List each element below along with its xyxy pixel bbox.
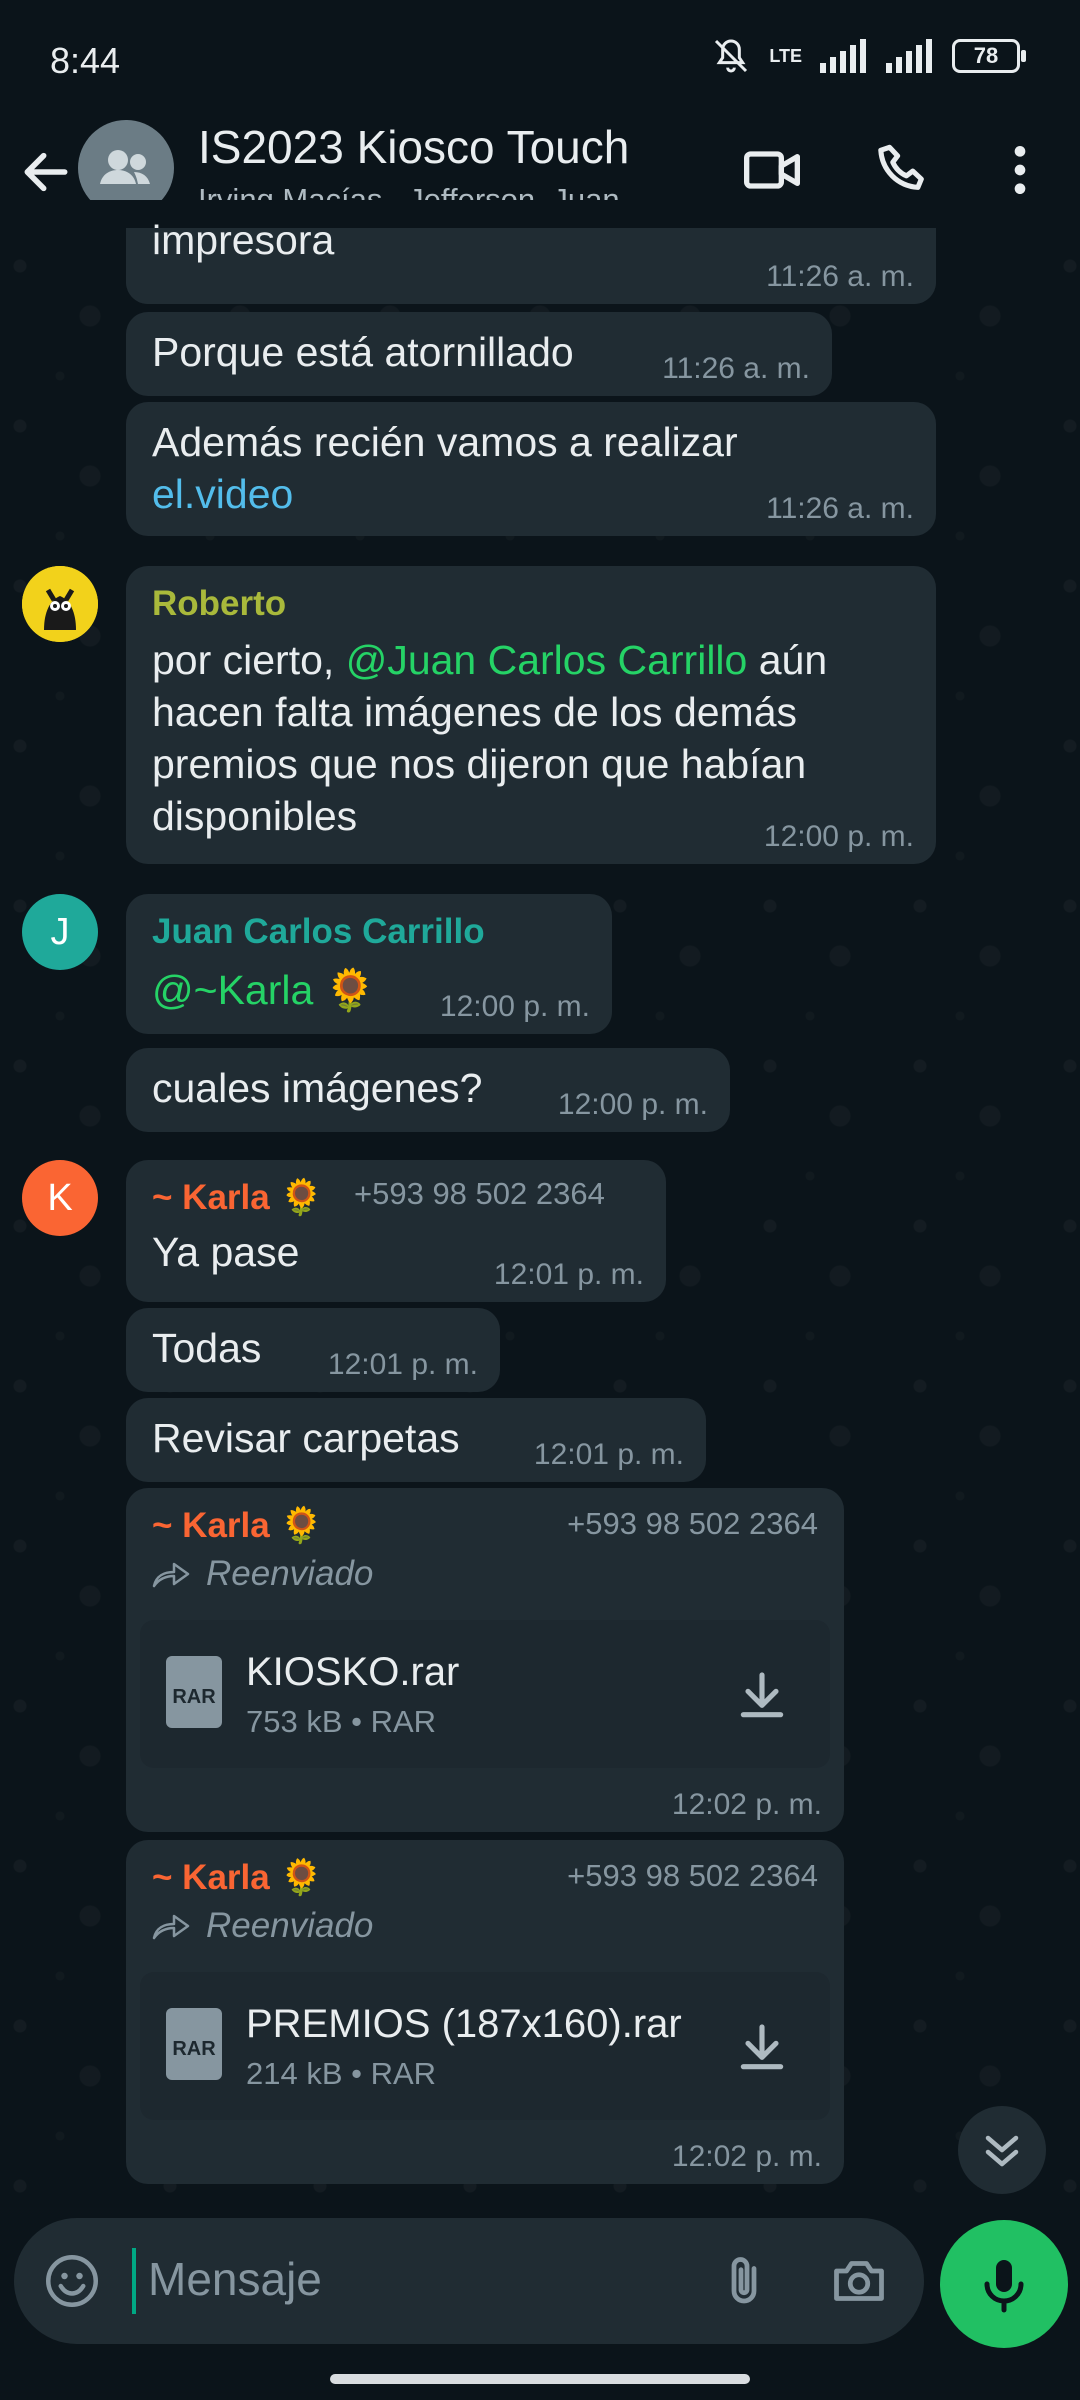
status-bar: 8:44 LTE 78 — [0, 0, 1080, 120]
message-time-clipped: 11:26 a. m. — [766, 260, 914, 293]
signal-icon — [820, 39, 866, 73]
emoji-icon[interactable] — [42, 2251, 102, 2311]
message-bubble[interactable]: Revisar carpetas 12:01 p. m. — [126, 1398, 706, 1482]
file-card[interactable]: RAR PREMIOS (187x160).rar 214 kB • RAR — [140, 1972, 830, 2120]
forwarded-label: Reenviado — [152, 1906, 818, 1946]
network-type: LTE — [769, 46, 802, 66]
file-name: KIOSKO.rar — [246, 1650, 460, 1694]
message-time: 12:00 p. m. — [763, 820, 914, 853]
forwarded-label: Reenviado — [152, 1554, 818, 1594]
sender-phone[interactable]: +593 98 502 2364 — [567, 1506, 818, 1542]
scroll-to-bottom-button[interactable] — [958, 2106, 1046, 2194]
signal-icon-2 — [886, 39, 932, 73]
message-time: 12:01 p. m. — [327, 1348, 478, 1381]
file-card[interactable]: RAR KIOSKO.rar 753 kB • RAR — [140, 1620, 830, 1768]
forwarded-icon — [152, 1562, 190, 1588]
message-bubble[interactable]: Roberto por cierto, @Juan Carlos Carrill… — [126, 566, 936, 864]
message-bubble-clipped[interactable]: impresora 11:26 a. m. — [126, 217, 936, 304]
message-bubble[interactable]: Todas 12:01 p. m. — [126, 1308, 500, 1392]
voice-call-icon[interactable] — [872, 138, 936, 202]
battery-indicator: 78 — [952, 39, 1026, 73]
message-text: por cierto, @Juan Carlos Carrillo aún ha… — [152, 634, 892, 842]
double-chevron-down-icon — [985, 2135, 1019, 2167]
sender-avatar-roberto[interactable] — [22, 566, 98, 642]
back-arrow-icon[interactable] — [18, 144, 74, 200]
forwarded-icon — [152, 1914, 190, 1940]
sender-avatar-juan[interactable]: J — [22, 894, 98, 970]
sender-phone[interactable]: +593 98 502 2364 — [354, 1176, 605, 1212]
mention[interactable]: @Juan Carlos Carrillo — [346, 637, 748, 683]
microphone-icon — [984, 2260, 1024, 2313]
message-time: 11:26 a. m. — [766, 492, 914, 525]
message-text-clipped: impresora — [152, 217, 335, 263]
message-time: 12:02 p. m. — [671, 2140, 822, 2173]
message-input[interactable]: Mensaje — [148, 2252, 322, 2306]
message-time: 12:01 p. m. — [493, 1258, 644, 1291]
sender-name[interactable]: Juan Carlos Carrillo — [152, 908, 586, 956]
rar-file-icon: RAR — [166, 1656, 222, 1728]
rar-file-icon: RAR — [166, 2008, 222, 2080]
message-time: 12:00 p. m. — [439, 990, 590, 1023]
sender-avatar-karla[interactable]: K — [22, 1160, 98, 1236]
sender-name[interactable]: Roberto — [152, 580, 910, 628]
forwarded-text: Reenviado — [206, 1906, 374, 1945]
file-meta: 214 kB • RAR — [246, 2056, 437, 2091]
status-time: 8:44 — [50, 40, 121, 81]
message-bubble[interactable]: ~ Karla 🌻 +593 98 502 2364 Ya pase 12:01… — [126, 1160, 666, 1302]
group-title[interactable]: IS2023 Kiosco Touch — [198, 120, 629, 174]
file-message-bubble[interactable]: ~ Karla 🌻 +593 98 502 2364 Reenviado RAR… — [126, 1840, 844, 2184]
attach-paperclip-icon[interactable] — [714, 2248, 774, 2314]
message-time: 11:26 a. m. — [662, 352, 810, 385]
gesture-navigation-bar[interactable] — [330, 2374, 750, 2384]
message-time: 12:00 p. m. — [557, 1088, 708, 1121]
download-icon[interactable] — [734, 1668, 790, 1724]
mute-bell-icon — [715, 39, 748, 73]
more-options-icon[interactable] — [988, 138, 1052, 202]
message-text: Además recién vamos a realizar — [152, 419, 738, 465]
camera-icon[interactable] — [828, 2251, 890, 2311]
message-time: 12:01 p. m. — [533, 1438, 684, 1471]
download-icon[interactable] — [734, 2020, 790, 2076]
forwarded-text: Reenviado — [206, 1554, 374, 1593]
sender-phone[interactable]: +593 98 502 2364 — [567, 1858, 818, 1894]
video-call-icon[interactable] — [740, 138, 804, 202]
status-icons: LTE 78 — [711, 36, 1026, 76]
text-caret — [132, 2248, 136, 2314]
message-text-part: por cierto, — [152, 637, 346, 683]
message-bubble[interactable]: cuales imágenes? 12:00 p. m. — [126, 1048, 730, 1132]
message-time: 12:02 p. m. — [671, 1788, 822, 1821]
message-composer[interactable]: Mensaje — [14, 2218, 924, 2344]
cat-avatar-icon — [22, 566, 98, 642]
file-name: PREMIOS (187x160).rar — [246, 2002, 682, 2046]
message-bubble[interactable]: Juan Carlos Carrillo @~Karla 🌻 12:00 p. … — [126, 894, 612, 1034]
file-message-bubble[interactable]: ~ Karla 🌻 +593 98 502 2364 Reenviado RAR… — [126, 1488, 844, 1832]
file-meta: 753 kB • RAR — [246, 1704, 437, 1739]
message-bubble[interactable]: Porque está atornillado 11:26 a. m. — [126, 312, 832, 396]
message-bubble[interactable]: Además recién vamos a realizar el.video … — [126, 402, 936, 536]
voice-message-button[interactable] — [940, 2220, 1068, 2348]
